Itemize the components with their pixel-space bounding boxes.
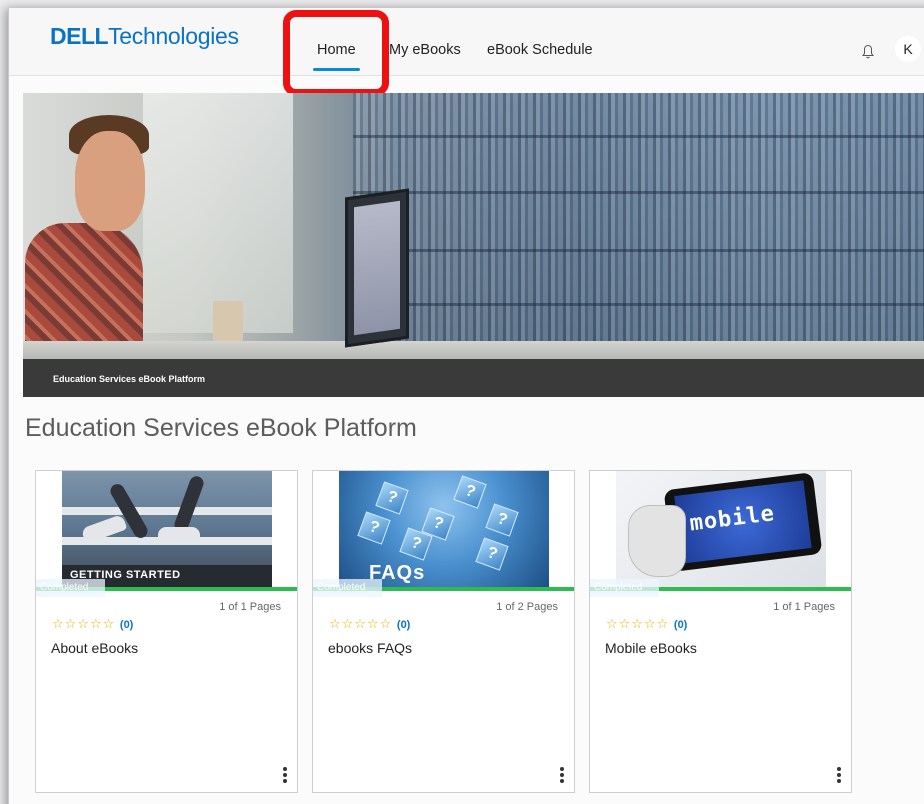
thumb-shoe	[158, 527, 200, 541]
banner-desk	[23, 341, 924, 359]
shelf-line	[353, 249, 924, 252]
completed-badge: Completed	[313, 579, 382, 597]
rating-count: (0)	[119, 619, 134, 631]
thumb-hand	[628, 505, 686, 577]
stars-icon: ☆☆☆☆☆	[606, 616, 670, 631]
shelf-line	[353, 303, 924, 306]
page-count: 1 of 1 Pages	[219, 601, 281, 613]
thumb-cube: ?	[375, 481, 409, 515]
shelf-line	[353, 135, 924, 138]
thumb-leg	[172, 474, 206, 534]
thumb-cube: ?	[485, 503, 519, 537]
home-highlight-annotation	[283, 10, 389, 96]
nav-my-ebooks-tab[interactable]: My eBooks	[389, 42, 461, 58]
banner-person-head	[75, 131, 145, 231]
nav-my-ebooks-label: My eBooks	[389, 42, 461, 58]
ebook-card[interactable]: ? ? ? ? ? ? ? FAQs Completed 1 of 2 Page…	[312, 470, 575, 793]
user-avatar[interactable]: K	[895, 36, 921, 62]
banner-bookshelves	[353, 93, 924, 359]
page-title: Education Services eBook Platform	[25, 414, 417, 442]
rating-count: (0)	[396, 619, 411, 631]
completed-badge: Completed	[590, 579, 659, 597]
stars-icon: ☆☆☆☆☆	[329, 616, 393, 631]
app-window: DELLTechnologies Home My eBooks eBook Sc…	[8, 8, 924, 804]
banner-coffee-cup	[213, 301, 243, 343]
banner-caption: Education Services eBook Platform	[53, 374, 206, 384]
thumb-cube: ?	[475, 537, 509, 571]
banner-monitor-screen	[354, 200, 400, 336]
thumb-phone: mobile	[663, 472, 823, 572]
logo-brand: DELL	[50, 23, 109, 49]
banner-window	[143, 93, 293, 333]
more-options-icon[interactable]	[837, 767, 841, 783]
rating-count: (0)	[673, 619, 688, 631]
completed-badge: Completed	[36, 579, 105, 597]
page-count: 1 of 2 Pages	[496, 601, 558, 613]
star-rating[interactable]: ☆☆☆☆☆ (0)	[52, 616, 133, 632]
stars-icon: ☆☆☆☆☆	[52, 616, 116, 631]
banner-caption-bar: Education Services eBook Platform	[23, 359, 924, 397]
star-rating[interactable]: ☆☆☆☆☆ (0)	[329, 616, 410, 632]
ebook-thumbnail[interactable]: mobile	[616, 471, 826, 587]
banner-monitor	[345, 188, 409, 348]
thumb-cube: ?	[453, 475, 487, 509]
ebook-thumbnail[interactable]: ? ? ? ? ? ? ? FAQs	[339, 471, 549, 587]
bell-icon[interactable]	[862, 44, 874, 60]
page-count: 1 of 1 Pages	[773, 601, 835, 613]
shelf-line	[353, 191, 924, 194]
ebook-title[interactable]: About eBooks	[51, 640, 138, 656]
ebook-card[interactable]: mobile Completed 1 of 1 Pages ☆☆☆☆☆ (0) …	[589, 470, 852, 793]
nav-ebook-schedule-tab[interactable]: eBook Schedule	[487, 42, 593, 58]
star-rating[interactable]: ☆☆☆☆☆ (0)	[606, 616, 687, 632]
thumb-cube: ?	[357, 511, 391, 545]
hero-banner-image	[23, 93, 924, 359]
banner-person-shirt	[25, 223, 143, 359]
dell-technologies-logo[interactable]: DELLTechnologies	[50, 23, 239, 50]
more-options-icon[interactable]	[560, 767, 564, 783]
ebook-thumbnail[interactable]: GETTING STARTED	[62, 471, 272, 587]
ebook-title[interactable]: Mobile eBooks	[605, 640, 697, 656]
ebook-card[interactable]: GETTING STARTED Completed 1 of 1 Pages ☆…	[35, 470, 298, 793]
thumb-step	[62, 507, 272, 515]
top-header: DELLTechnologies Home My eBooks eBook Sc…	[9, 8, 924, 96]
nav-ebook-schedule-label: eBook Schedule	[487, 42, 593, 58]
logo-suffix: Technologies	[108, 23, 239, 49]
ebook-title[interactable]: ebooks FAQs	[328, 640, 412, 656]
more-options-icon[interactable]	[283, 767, 287, 783]
